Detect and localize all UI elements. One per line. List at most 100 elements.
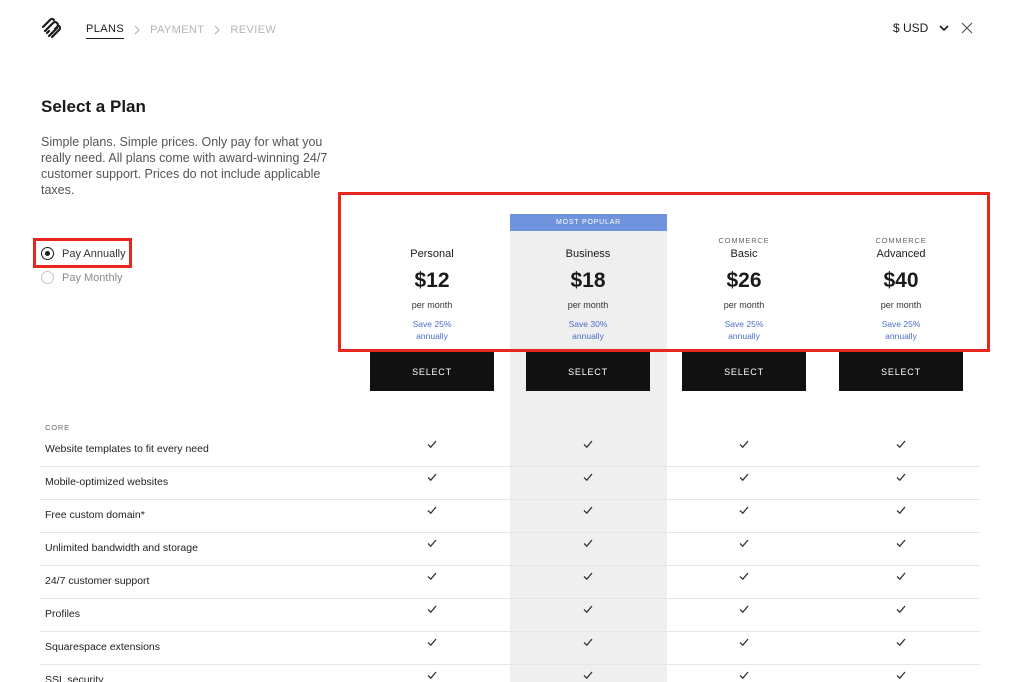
feature-name: Unlimited bandwidth and storage xyxy=(45,542,198,554)
chevron-right-icon xyxy=(134,25,140,34)
checkmark-icon xyxy=(583,539,593,548)
plan-tier xyxy=(526,234,650,247)
checkmark-icon xyxy=(896,638,906,647)
plan-tier xyxy=(370,234,494,247)
plan-savings-amount: Save 25% xyxy=(881,319,921,329)
checkmark-icon xyxy=(896,605,906,614)
plan-commerce-advanced: COMMERCE Advanced $40 per month Save 25%… xyxy=(839,234,963,342)
plan-savings-term: annually xyxy=(728,331,760,341)
checkmark-icon xyxy=(739,539,749,548)
pay-annually-label: Pay Annually xyxy=(62,247,126,260)
checkmark-icon xyxy=(583,506,593,515)
feature-name: SSL security xyxy=(45,674,104,682)
plan-savings-term: annually xyxy=(885,331,917,341)
plan-savings-term: annually xyxy=(416,331,448,341)
plan-savings-amount: Save 25% xyxy=(412,319,452,329)
plan-business: Business $18 per month Save 30% annually xyxy=(526,234,650,342)
plan-commerce-basic: COMMERCE Basic $26 per month Save 25% an… xyxy=(682,234,806,342)
feature-name: 24/7 customer support xyxy=(45,575,150,587)
checkmark-icon xyxy=(739,638,749,647)
page-description: Simple plans. Simple prices. Only pay fo… xyxy=(41,135,328,197)
checkmark-icon xyxy=(739,671,749,680)
plan-price: $12 xyxy=(414,269,450,292)
select-commerce-advanced-button[interactable]: SELECT xyxy=(839,352,963,391)
checkmark-icon xyxy=(739,605,749,614)
feature-row: SSL security xyxy=(40,665,980,682)
chevron-down-icon xyxy=(939,25,949,32)
checkmark-icon xyxy=(896,506,906,515)
plan-personal: Personal $12 per month Save 25% annually xyxy=(370,234,494,342)
feature-row: Website templates to fit every need xyxy=(40,434,980,467)
checkmark-icon xyxy=(427,539,437,548)
pay-annually-option[interactable]: Pay Annually xyxy=(41,247,126,260)
currency-label: $ USD xyxy=(893,21,929,35)
checkmark-icon xyxy=(739,506,749,515)
checkmark-icon xyxy=(427,572,437,581)
plan-name: Basic xyxy=(730,248,758,260)
select-commerce-basic-button[interactable]: SELECT xyxy=(682,352,806,391)
close-icon[interactable] xyxy=(961,22,973,34)
plan-period: per month xyxy=(880,300,922,310)
plan-period: per month xyxy=(723,300,765,310)
checkmark-icon xyxy=(427,605,437,614)
step-review: REVIEW xyxy=(230,23,277,36)
currency-selector[interactable]: $ USD xyxy=(893,21,950,35)
squarespace-logo-icon[interactable] xyxy=(40,17,62,39)
checkmark-icon xyxy=(739,440,749,449)
plan-tier: COMMERCE xyxy=(718,236,770,245)
checkmark-icon xyxy=(896,572,906,581)
checkmark-icon xyxy=(583,440,593,449)
feature-row: Mobile-optimized websites xyxy=(40,467,980,500)
pay-monthly-label: Pay Monthly xyxy=(62,271,123,284)
checkmark-icon xyxy=(583,572,593,581)
checkmark-icon xyxy=(583,671,593,680)
feature-name: Website templates to fit every need xyxy=(45,443,209,455)
plan-savings-amount: Save 25% xyxy=(724,319,764,329)
plan-price: $26 xyxy=(726,269,762,292)
page-title: Select a Plan xyxy=(41,97,146,116)
chevron-right-icon xyxy=(214,25,221,34)
features-section-label: CORE xyxy=(45,423,70,432)
feature-name: Mobile-optimized websites xyxy=(45,476,169,488)
checkmark-icon xyxy=(896,440,906,449)
feature-name: Squarespace extensions xyxy=(45,641,160,653)
feature-row: Unlimited bandwidth and storage xyxy=(40,533,980,566)
select-business-button[interactable]: SELECT xyxy=(526,352,650,391)
plan-name: Personal xyxy=(410,248,454,260)
checkmark-icon xyxy=(896,671,906,680)
feature-name: Profiles xyxy=(45,608,81,620)
pay-monthly-option[interactable]: Pay Monthly xyxy=(41,271,123,284)
step-plans[interactable]: PLANS xyxy=(86,23,125,39)
plan-period: per month xyxy=(411,300,453,310)
plan-price: $40 xyxy=(883,269,919,292)
checkmark-icon xyxy=(896,473,906,482)
feature-row: 24/7 customer support xyxy=(40,566,980,599)
radio-unselected[interactable] xyxy=(41,271,54,284)
checkmark-icon xyxy=(583,473,593,482)
plan-savings-amount: Save 30% xyxy=(568,319,608,329)
checkmark-icon xyxy=(583,605,593,614)
most-popular-badge: MOST POPULAR xyxy=(510,214,667,231)
checkmark-icon xyxy=(583,638,593,647)
step-payment: PAYMENT xyxy=(150,23,205,36)
plan-price: $18 xyxy=(570,269,606,292)
plan-savings: Save 25% annually xyxy=(839,318,963,342)
checkmark-icon xyxy=(739,572,749,581)
checkmark-icon xyxy=(427,671,437,680)
radio-selected[interactable] xyxy=(41,247,54,260)
checkmark-icon xyxy=(896,539,906,548)
checkmark-icon xyxy=(427,506,437,515)
plan-savings: Save 25% annually xyxy=(682,318,806,342)
checkout-steps: PLANS PAYMENT REVIEW xyxy=(86,20,276,39)
feature-row: Profiles xyxy=(40,599,980,632)
plan-tier: COMMERCE xyxy=(875,236,927,245)
checkmark-icon xyxy=(739,473,749,482)
select-personal-button[interactable]: SELECT xyxy=(370,352,494,391)
feature-row: Free custom domain* xyxy=(40,500,980,533)
checkmark-icon xyxy=(427,440,437,449)
plan-period: per month xyxy=(567,300,609,310)
feature-row: Squarespace extensions xyxy=(40,632,980,665)
plan-savings-term: annually xyxy=(572,331,604,341)
plan-name: Business xyxy=(565,248,611,260)
checkmark-icon xyxy=(427,473,437,482)
